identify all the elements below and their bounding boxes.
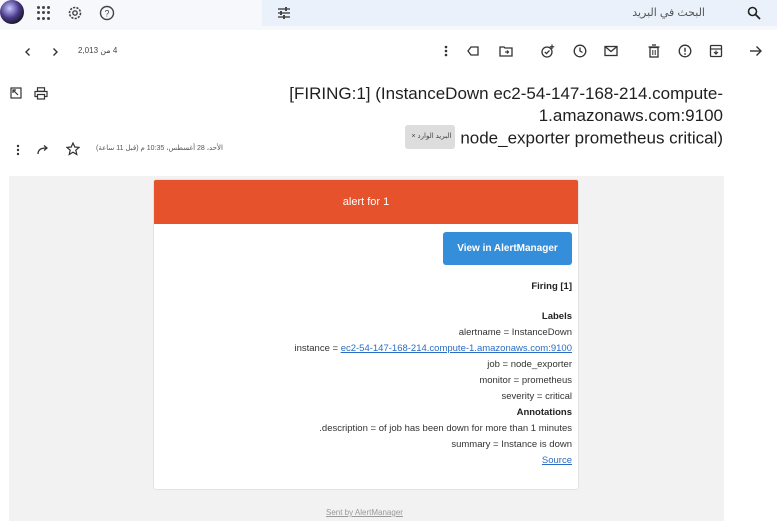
archive-icon[interactable] [708, 43, 724, 59]
label-severity: severity = critical [501, 391, 572, 402]
label-monitor: monitor = prometheus [479, 375, 572, 386]
source-link[interactable]: Source [542, 455, 572, 466]
tune-icon[interactable] [275, 4, 293, 22]
label-instance: instance = ec2-54-147-168-214.compute-1.… [172, 341, 572, 357]
annotations-heading: Annotations [516, 407, 572, 418]
report-spam-icon[interactable] [677, 43, 693, 59]
sent-by-alertmanager-link[interactable]: Sent by AlertManager [326, 508, 403, 517]
next-icon[interactable] [47, 44, 63, 60]
label-alertname: alertname = InstanceDown [458, 327, 572, 338]
forward-icon[interactable] [36, 142, 52, 158]
mark-unread-icon[interactable] [603, 43, 619, 59]
search-icon[interactable] [745, 4, 763, 22]
subject-line-1: [FIRING:1] (InstanceDown ec2-54-147-168-… [289, 84, 723, 125]
message-date: الأحد، 28 أغسطس، 10:35 م (قبل 11 ساعة) [96, 145, 223, 152]
back-arrow-icon[interactable] [748, 43, 764, 59]
open-in-new-window-icon[interactable] [8, 85, 24, 101]
search-input[interactable]: البحث في البريد [632, 6, 705, 19]
svg-text:?: ? [104, 9, 109, 19]
message-more-icon[interactable] [10, 142, 26, 158]
view-in-alertmanager-button[interactable]: View in AlertManager [443, 232, 572, 265]
inbox-chip-label: البريد الوارد [417, 133, 452, 140]
avatar[interactable] [0, 0, 24, 24]
annotation-description: .description = of job has been down for … [319, 423, 572, 434]
print-icon[interactable] [33, 85, 49, 101]
annotation-summary: summary = Instance is down [451, 439, 572, 450]
gear-icon[interactable] [66, 4, 84, 22]
delete-icon[interactable] [646, 43, 662, 59]
firing-count: Firing [1] [531, 281, 572, 292]
alert-details: Firing [1] Labels alertname = InstanceDo… [172, 279, 572, 469]
prev-icon[interactable] [20, 44, 36, 60]
apps-icon[interactable] [37, 6, 51, 20]
top-bar: ? البحث في البريد [0, 0, 777, 30]
pager-count: 4 من 2,013 [78, 46, 118, 55]
labels-heading: Labels [541, 311, 572, 322]
add-task-icon[interactable] [540, 43, 556, 59]
search-box[interactable]: البحث في البريد [262, 0, 777, 26]
email-subject: [FIRING:1] (InstanceDown ec2-54-147-168-… [123, 83, 723, 151]
star-icon[interactable] [65, 141, 81, 157]
move-to-icon[interactable] [498, 43, 514, 59]
subject-line-2-text: node_exporter prometheus critical) [460, 128, 723, 148]
help-icon[interactable]: ? [98, 4, 116, 22]
snooze-icon[interactable] [572, 43, 588, 59]
instance-prefix: instance = [294, 343, 341, 354]
label-icon[interactable] [466, 43, 482, 59]
alert-card: alert for 1 View in AlertManager Firing … [153, 179, 579, 490]
alert-header: alert for 1 [154, 180, 578, 224]
inbox-label-chip[interactable]: × البريد الوارد [404, 125, 456, 149]
more-icon[interactable] [438, 43, 454, 59]
chip-close-icon[interactable]: × [412, 133, 416, 140]
instance-link[interactable]: ec2-54-147-168-214.compute-1.amazonaws.c… [341, 343, 572, 354]
label-job: job = node_exporter [487, 359, 572, 370]
